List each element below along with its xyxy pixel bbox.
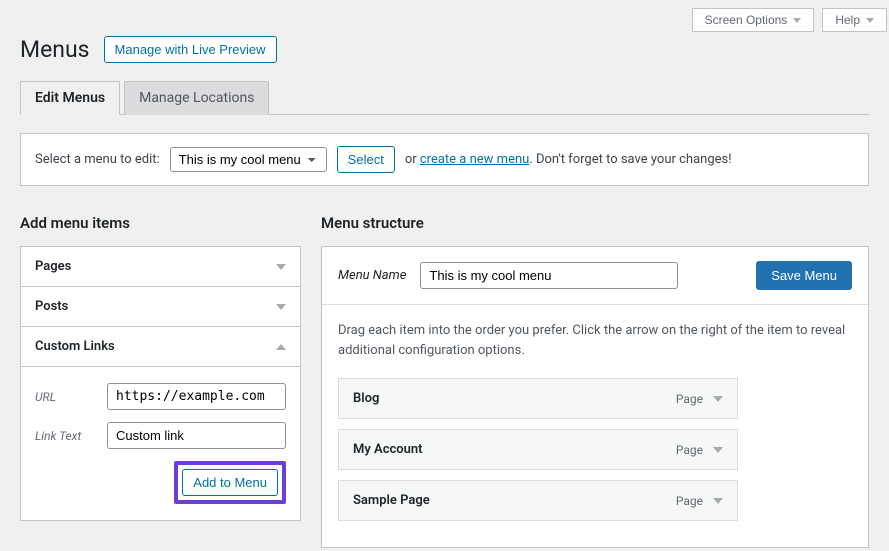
chevron-down-icon: [713, 498, 723, 504]
url-input[interactable]: [107, 383, 286, 410]
chevron-down-icon: [713, 396, 723, 402]
create-menu-link[interactable]: create a new menu: [420, 152, 529, 167]
menu-structure-heading: Menu structure: [321, 214, 869, 232]
select-menu-label: Select a menu to edit:: [35, 152, 160, 167]
save-menu-button[interactable]: Save Menu: [756, 261, 852, 290]
instructions-text: Drag each item into the order you prefer…: [338, 321, 852, 360]
chevron-up-icon: [276, 344, 286, 350]
tabs: Edit Menus Manage Locations: [20, 81, 869, 115]
menu-item-title: Blog: [353, 391, 379, 406]
live-preview-button[interactable]: Manage with Live Preview: [104, 36, 277, 63]
menu-item[interactable]: Sample Page Page: [338, 480, 738, 521]
select-button[interactable]: Select: [337, 146, 395, 173]
add-to-menu-highlight: Add to Menu: [174, 461, 286, 504]
panel-pages[interactable]: Pages: [21, 247, 300, 287]
url-label: URL: [35, 390, 107, 404]
link-text-input[interactable]: [107, 422, 286, 449]
menu-name-label: Menu Name: [338, 268, 406, 283]
screen-options-button[interactable]: Screen Options: [692, 8, 815, 32]
chevron-down-icon: [793, 18, 801, 23]
chevron-down-icon: [276, 264, 286, 270]
menu-select[interactable]: This is my cool menu: [170, 147, 327, 172]
tab-edit-menus[interactable]: Edit Menus: [20, 81, 120, 115]
menu-item[interactable]: Blog Page: [338, 378, 738, 419]
menu-item[interactable]: My Account Page: [338, 429, 738, 470]
chevron-down-icon: [713, 447, 723, 453]
menu-select-bar: Select a menu to edit: This is my cool m…: [20, 133, 869, 186]
menu-item-title: My Account: [353, 442, 423, 457]
chevron-down-icon: [276, 304, 286, 310]
page-title: Menus: [20, 36, 90, 63]
chevron-down-icon: [866, 18, 874, 23]
help-button[interactable]: Help: [822, 8, 887, 32]
add-to-menu-button[interactable]: Add to Menu: [182, 469, 278, 496]
panel-custom-links[interactable]: Custom Links: [21, 327, 300, 367]
tab-manage-locations[interactable]: Manage Locations: [124, 81, 269, 115]
menu-name-input[interactable]: [420, 262, 678, 289]
panel-custom-links-body: URL Link Text Add to Menu: [21, 367, 300, 521]
panel-posts[interactable]: Posts: [21, 287, 300, 327]
add-items-heading: Add menu items: [20, 214, 301, 232]
menu-item-title: Sample Page: [353, 493, 430, 508]
link-text-label: Link Text: [35, 429, 107, 443]
